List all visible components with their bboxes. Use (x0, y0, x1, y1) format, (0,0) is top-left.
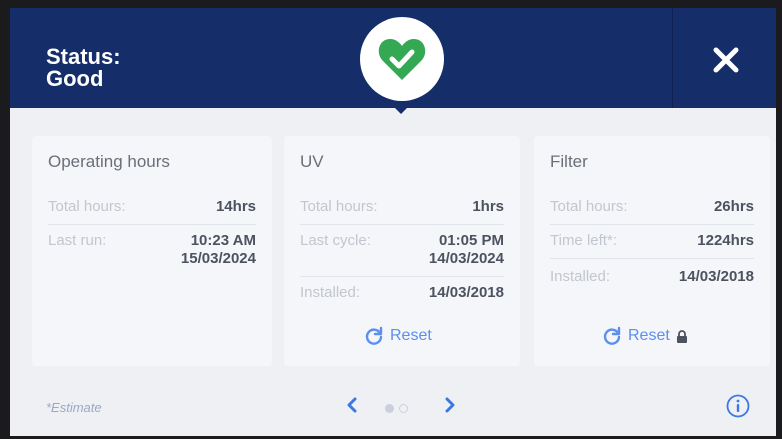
filter-total-label: Total hours: (550, 198, 628, 215)
status-badge (360, 17, 444, 101)
filter-total-row: Total hours: 26hrs (550, 198, 754, 225)
uv-reset-button[interactable]: Reset (364, 326, 432, 346)
refresh-icon (365, 326, 383, 345)
lock-icon (676, 329, 687, 343)
close-button[interactable] (704, 38, 748, 82)
filter-card: Filter Total hours: 26hrs Time left*: 12… (534, 136, 770, 366)
status-label: Status: (46, 44, 121, 69)
filter-title: Filter (550, 152, 588, 171)
operating-last-date: 15/03/2024 (180, 250, 256, 267)
uv-total-label: Total hours: (300, 198, 378, 215)
filter-left-label: Time left*: (550, 232, 617, 249)
uv-installed-row: Installed: 14/03/2018 (300, 284, 504, 302)
prev-page-button[interactable] (346, 396, 358, 419)
uv-installed-label: Installed: (300, 284, 361, 301)
filter-left-row: Time left*: 1224hrs (550, 232, 754, 259)
info-icon (726, 394, 750, 418)
estimate-note: *Estimate (46, 400, 102, 415)
chevron-right-icon (445, 397, 455, 413)
uv-reset-label: Reset (390, 327, 432, 344)
operating-total-row: Total hours: 14hrs (48, 198, 256, 225)
chevron-left-icon (347, 397, 357, 413)
status-text: Status: Good (46, 46, 121, 90)
status-value: Good (46, 66, 104, 91)
operating-total-value: 14hrs (215, 198, 256, 215)
page-dot-active (385, 404, 394, 413)
filter-total-value: 26hrs (713, 198, 754, 215)
operating-last-label: Last run: (48, 232, 107, 249)
uv-card: UV Total hours: 1hrs Last cycle: 01:05 P… (284, 136, 520, 366)
uv-total-value: 1hrs (472, 198, 504, 215)
heart-check-icon (378, 39, 426, 80)
operating-last-row: Last run: 10:23 AM 15/03/2024 (48, 232, 256, 268)
info-button[interactable] (726, 394, 750, 418)
header-pointer (393, 106, 409, 114)
filter-left-value: 1224hrs (697, 232, 754, 249)
header-bar: Status: Good (10, 8, 776, 108)
operating-hours-card: Operating hours Total hours: 14hrs Last … (32, 136, 272, 366)
operating-hours-title: Operating hours (48, 152, 170, 171)
screen: Status: Good Operating hours Total hours… (10, 8, 776, 436)
uv-last-row: Last cycle: 01:05 PM 14/03/2024 (300, 232, 504, 277)
filter-installed-value: 14/03/2018 (678, 268, 754, 285)
uv-installed-value: 14/03/2018 (428, 284, 504, 301)
uv-last-time: 01:05 PM (438, 232, 504, 249)
filter-reset-button[interactable]: Reset (602, 326, 688, 346)
uv-total-row: Total hours: 1hrs (300, 198, 504, 225)
next-page-button[interactable] (444, 396, 456, 419)
close-icon (713, 47, 739, 73)
filter-installed-label: Installed: (550, 268, 611, 285)
operating-last-value: 10:23 AM 15/03/2024 (181, 232, 256, 268)
uv-last-label: Last cycle: (300, 232, 371, 249)
filter-installed-row: Installed: 14/03/2018 (550, 268, 754, 286)
operating-total-label: Total hours: (48, 198, 126, 215)
page-dot (399, 404, 408, 413)
refresh-icon (603, 326, 621, 345)
uv-last-date: 14/03/2024 (428, 250, 504, 267)
uv-title: UV (300, 152, 324, 171)
filter-reset-label: Reset (628, 327, 670, 344)
uv-last-value: 01:05 PM 14/03/2024 (429, 232, 504, 268)
header-divider (672, 8, 673, 108)
operating-last-time: 10:23 AM (190, 232, 256, 249)
